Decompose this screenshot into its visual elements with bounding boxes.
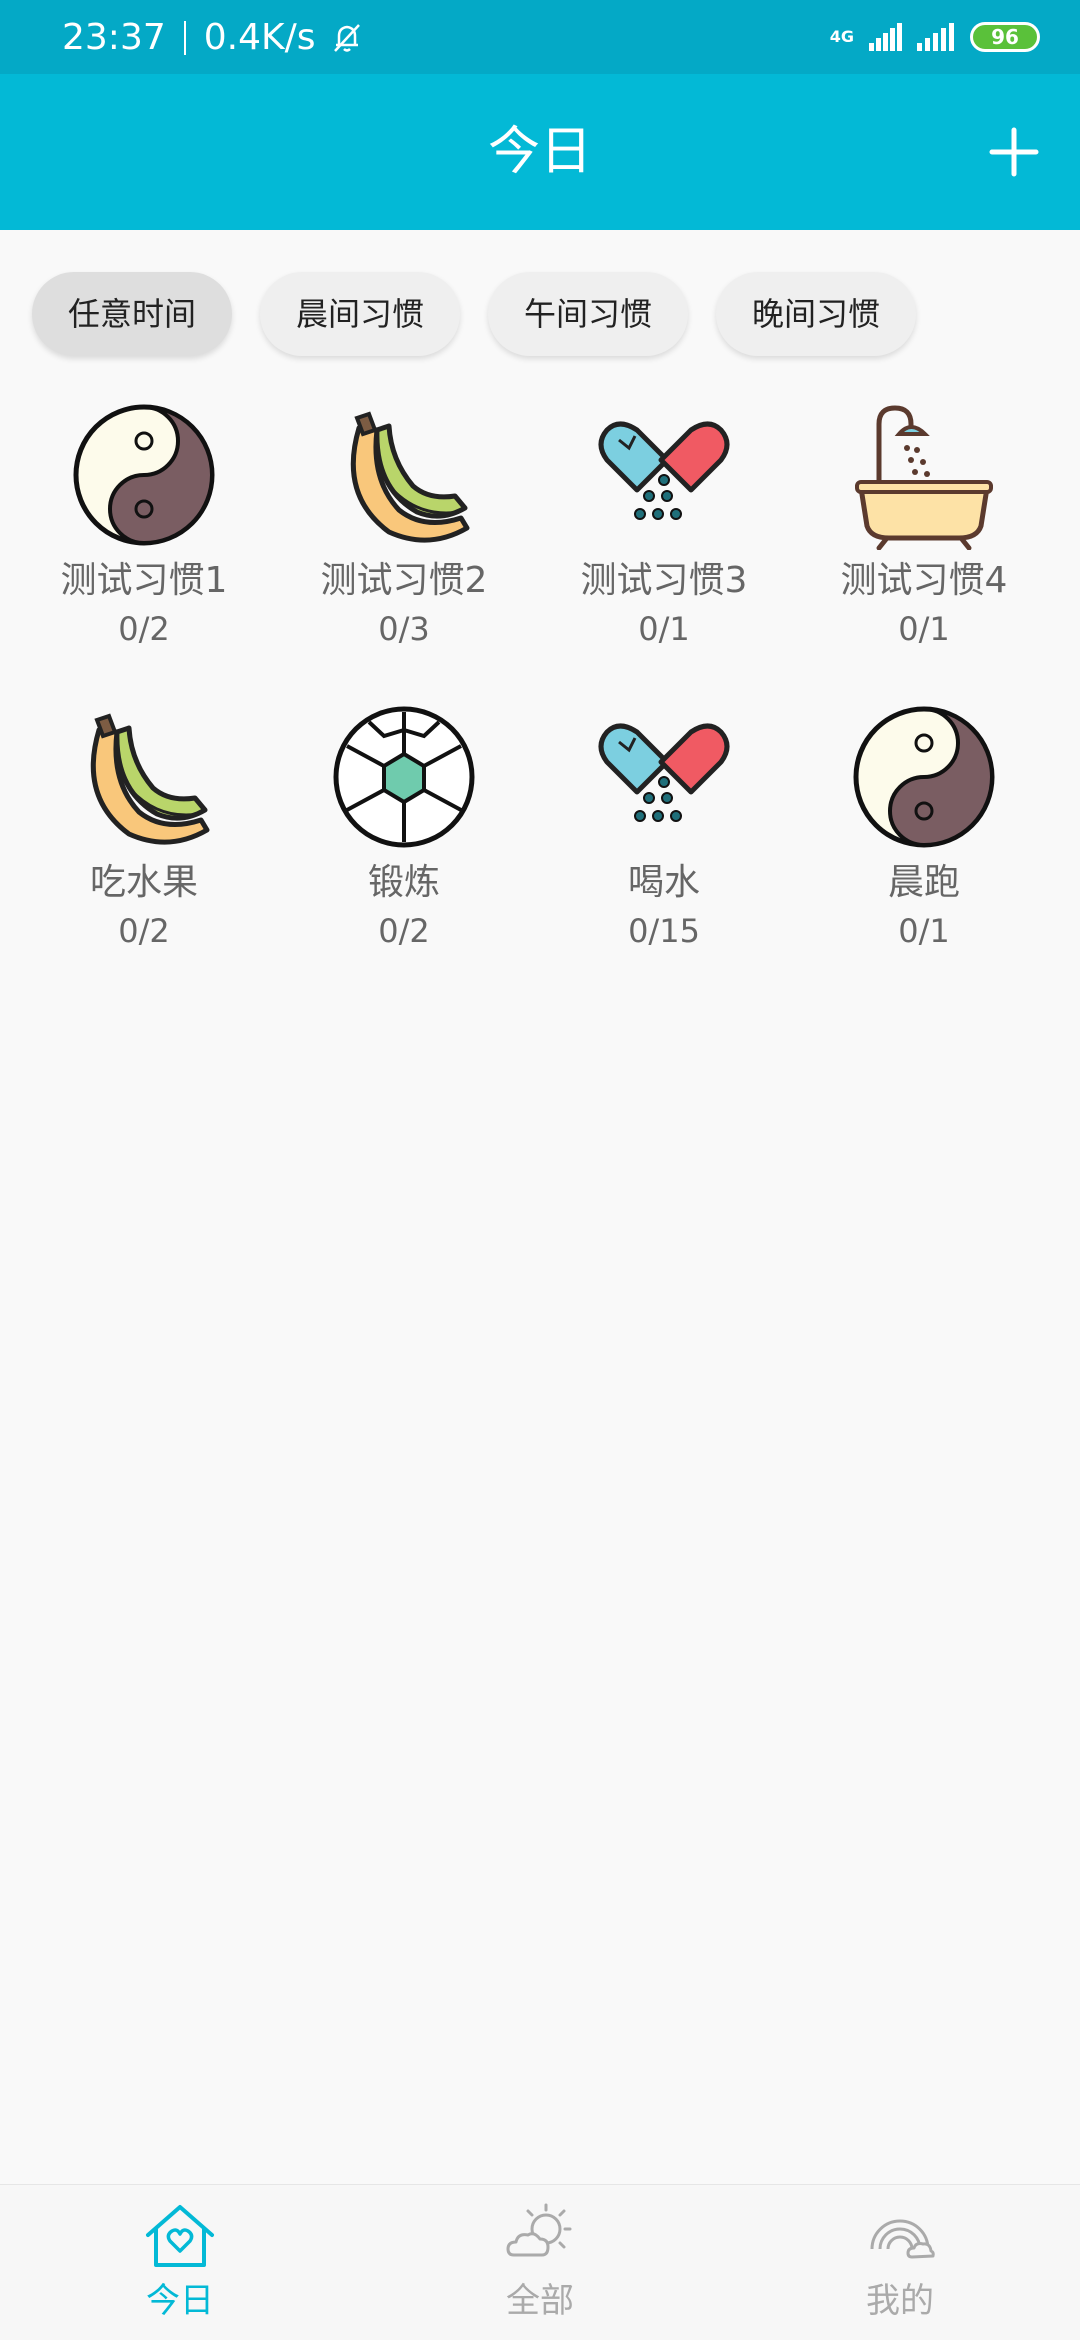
soccer-ball-icon (329, 702, 479, 852)
habit-item[interactable]: 测试习惯3 0/1 (534, 400, 794, 662)
habit-item[interactable]: 测试习惯2 0/3 (274, 400, 534, 662)
habit-name: 晨跑 (887, 862, 960, 903)
habit-progress: 0/1 (638, 610, 690, 648)
time-filter-chips: 任意时间 晨间习惯 午间习惯 晚间习惯 (32, 272, 917, 356)
habit-progress: 0/15 (628, 912, 700, 950)
nav-tab-today[interactable]: 今日 (100, 2199, 260, 2321)
habit-progress: 0/1 (898, 610, 950, 648)
habit-name: 测试习惯3 (580, 560, 748, 601)
habit-name: 吃水果 (89, 862, 198, 903)
page-title: 今日 (487, 122, 592, 182)
signal-icon (869, 23, 902, 51)
bathtub-icon (849, 400, 999, 550)
banana-icon (69, 702, 219, 852)
habit-name: 测试习惯1 (60, 560, 228, 601)
bottom-nav: 今日 全部 我的 (0, 2184, 1080, 2340)
habit-progress: 0/1 (898, 912, 950, 950)
status-time: 23:37 (62, 17, 166, 58)
habit-name: 喝水 (627, 862, 700, 903)
nav-tab-all[interactable]: 全部 (460, 2199, 620, 2321)
nav-label: 今日 (146, 2281, 214, 2321)
habit-progress: 0/2 (118, 610, 170, 648)
nav-label: 全部 (506, 2281, 574, 2321)
habit-progress: 0/3 (378, 610, 430, 648)
habit-item[interactable]: 晨跑 0/1 (794, 702, 1054, 964)
filter-chip-anytime[interactable]: 任意时间 (32, 272, 233, 356)
yin-yang-icon (69, 400, 219, 550)
network-speed: 0.4K/s (203, 17, 316, 58)
status-right: 4G 96 (830, 22, 1040, 52)
pills-icon (589, 400, 739, 550)
filter-chip-noon[interactable]: 午间习惯 (488, 272, 689, 356)
app-bar: 今日 (0, 74, 1080, 230)
pills-icon (589, 702, 739, 852)
habit-progress: 0/2 (378, 912, 430, 950)
filter-chip-evening[interactable]: 晚间习惯 (716, 272, 917, 356)
habit-item[interactable]: 测试习惯1 0/2 (14, 400, 274, 662)
mute-bell-icon (333, 24, 360, 52)
habit-progress: 0/2 (118, 912, 170, 950)
habit-item[interactable]: 吃水果 0/2 (14, 702, 274, 964)
sun-cloud-icon (506, 2203, 572, 2257)
home-heart-icon (146, 2205, 214, 2267)
network-type: 4G (829, 27, 854, 46)
status-bar: 23:37 0.4K/s 4G 96 (0, 0, 1080, 74)
nav-label: 我的 (866, 2281, 934, 2321)
habit-item[interactable]: 锻炼 0/2 (274, 702, 534, 964)
nav-tab-mine[interactable]: 我的 (820, 2199, 980, 2321)
filter-chip-morning[interactable]: 晨间习惯 (260, 272, 461, 356)
habit-name: 测试习惯2 (320, 560, 488, 601)
add-habit-button[interactable] (984, 122, 1044, 182)
habit-grid: 测试习惯1 0/2 测试习惯2 0/3 测试习惯3 0/1 测试习惯4 0/1 … (14, 400, 1054, 964)
habit-name: 锻炼 (367, 862, 440, 903)
habit-item[interactable]: 喝水 0/15 (534, 702, 794, 964)
banana-icon (329, 400, 479, 550)
yin-yang-icon (849, 702, 999, 852)
status-separator (183, 21, 186, 55)
battery-icon: 96 (970, 22, 1040, 52)
status-left: 23:37 0.4K/s (62, 18, 364, 58)
signal-icon-2 (917, 23, 954, 51)
habit-item[interactable]: 测试习惯4 0/1 (794, 400, 1054, 662)
habit-name: 测试习惯4 (840, 560, 1008, 601)
battery-level: 96 (991, 25, 1019, 49)
rainbow-icon (870, 2219, 935, 2259)
